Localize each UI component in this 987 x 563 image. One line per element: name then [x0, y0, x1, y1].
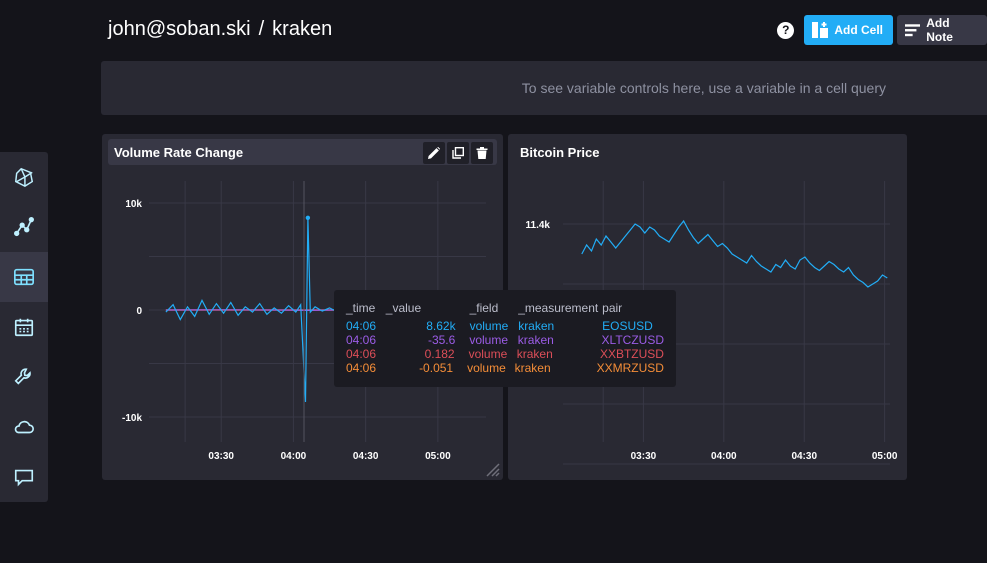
y-axis: 11.4k: [526, 220, 551, 231]
tooltip-measurement: kraken: [517, 333, 554, 347]
tooltip-col-pair: pair: [602, 301, 623, 315]
x-tick-label: 04:30: [353, 451, 379, 462]
pencil-icon: [428, 147, 440, 159]
hover-point: [305, 215, 311, 220]
tooltip-col-time: _time: [346, 301, 376, 315]
resize-handle-icon[interactable]: [483, 460, 501, 478]
x-tick-label: 04:00: [711, 451, 737, 462]
tooltip-time: 04:06: [346, 319, 377, 333]
tooltip-time: 04:06: [346, 361, 377, 375]
x-axis: 03:30 04:00 04:30 05:00: [631, 451, 898, 462]
tooltip-row: 04:06 8.62k volume kraken EOSUSD: [346, 319, 664, 333]
x-tick-label: 05:00: [872, 451, 898, 462]
cell-title: Volume Rate Change: [114, 144, 244, 160]
graph-icon: [14, 217, 34, 237]
tooltip-header-row: _time _value _field _measurement pair: [346, 301, 664, 315]
tooltip-field: volume: [467, 361, 506, 375]
influx-logo-icon: [14, 167, 34, 188]
wrench-icon: [14, 368, 31, 385]
tooltip-field: volume: [469, 333, 508, 347]
add-cell-button[interactable]: Add Cell: [804, 15, 893, 45]
user-name: john@soban.ski: [108, 18, 251, 40]
nav-tasks[interactable]: [0, 302, 48, 352]
variable-controls-message: To see variable controls here, use a var…: [521, 80, 886, 96]
x-axis: 03:30 04:00 04:30 05:00: [208, 451, 451, 462]
tooltip-pair: XLTCZUSD: [601, 333, 664, 347]
dashboard-icon: [14, 268, 34, 286]
calendar-icon: [14, 318, 34, 337]
series-line-bitcoin-price: [581, 219, 888, 288]
chat-icon: [14, 469, 34, 487]
x-tick-label: 03:30: [631, 451, 657, 462]
cell-header[interactable]: Volume Rate Change: [108, 139, 497, 165]
chart-series: [581, 219, 888, 288]
x-tick-label: 04:00: [281, 451, 307, 462]
tooltip-value: -35.6: [427, 333, 456, 347]
cell-tools: [423, 142, 493, 164]
tooltip-field: volume: [469, 319, 509, 333]
trash-icon: [476, 147, 488, 159]
clone-icon: [452, 147, 464, 159]
nav-settings[interactable]: [0, 352, 48, 402]
y-tick-label: 10k: [125, 199, 142, 210]
nav-feedback[interactable]: [0, 452, 48, 502]
cloud-icon: [14, 420, 34, 434]
title-separator: /: [258, 18, 265, 40]
x-tick-label: 04:30: [791, 451, 817, 462]
header-actions: ? Add Cell Add Note: [777, 15, 987, 45]
tooltip-col-value: _value: [385, 301, 422, 315]
delete-cell-button[interactable]: [471, 142, 493, 164]
sidebar-nav: [0, 152, 48, 502]
page-title: john@soban.ski / kraken: [108, 18, 332, 41]
tooltip-row: 04:06 0.182 volume kraken XXBTZUSD: [346, 347, 664, 361]
tooltip-time: 04:06: [346, 347, 377, 361]
chart-hover-tooltip: _time _value _field _measurement pair 04…: [334, 290, 676, 387]
cell-header[interactable]: Bitcoin Price: [514, 139, 901, 165]
nav-data-explorer[interactable]: [0, 202, 48, 252]
clone-cell-button[interactable]: [447, 142, 469, 164]
tooltip-pair: EOSUSD: [602, 319, 653, 333]
add-cell-icon: [812, 22, 829, 38]
x-tick-label: 05:00: [425, 451, 451, 462]
tooltip-measurement: kraken: [516, 347, 553, 361]
y-axis: 10k 0 -10k: [122, 199, 142, 424]
x-tick-label: 03:30: [208, 451, 234, 462]
tooltip-col-field: _field: [469, 301, 499, 315]
nav-logo[interactable]: [0, 152, 48, 202]
tooltip-pair: XXBTZUSD: [599, 347, 664, 361]
y-tick-label: -10k: [122, 413, 142, 424]
tooltip-row: 04:06 -0.051 volume kraken XXMRZUSD: [346, 361, 664, 375]
edit-cell-button[interactable]: [423, 142, 445, 164]
tooltip-measurement: kraken: [514, 361, 551, 375]
chart-series: [165, 215, 345, 403]
add-note-button[interactable]: Add Note: [897, 15, 987, 45]
tooltip-field: volume: [468, 347, 508, 361]
nav-cloud[interactable]: [0, 402, 48, 452]
y-tick-label: 11.4k: [526, 220, 551, 231]
tooltip-time: 04:06: [346, 333, 377, 347]
tooltip-row: 04:06 -35.6 volume kraken XLTCZUSD: [346, 333, 664, 347]
tooltip-measurement: kraken: [518, 319, 555, 333]
help-icon[interactable]: ?: [777, 21, 795, 39]
add-note-label: Add Note: [926, 16, 953, 44]
tooltip-value: 8.62k: [426, 319, 456, 333]
tooltip-col-measurement: _measurement: [518, 301, 599, 315]
tooltip-pair: XXMRZUSD: [596, 361, 664, 375]
y-tick-label: 0: [136, 306, 142, 317]
variable-controls-bar: To see variable controls here, use a var…: [101, 61, 987, 115]
tooltip-value: -0.051: [419, 361, 454, 375]
cell-title: Bitcoin Price: [520, 144, 600, 160]
add-cell-label: Add Cell: [834, 23, 883, 37]
nav-dashboards[interactable]: [0, 252, 48, 302]
dashboard-name[interactable]: kraken: [272, 18, 332, 41]
tooltip-value: 0.182: [424, 347, 455, 361]
add-note-icon: [905, 24, 921, 37]
